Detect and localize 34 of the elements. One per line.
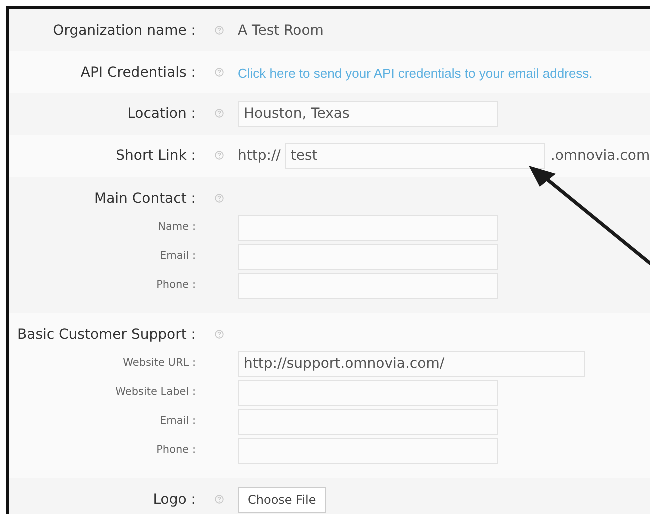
help-icon[interactable]: [215, 330, 224, 339]
input-field[interactable]: [238, 215, 498, 241]
help-icon[interactable]: [215, 26, 224, 35]
field-label: Email :: [160, 415, 196, 427]
field-label: Website Label :: [116, 386, 196, 398]
domain-suffix: .omnovia.com: [550, 148, 650, 164]
help-icon[interactable]: [215, 194, 224, 203]
choose-file-button[interactable]: Choose File: [238, 487, 326, 513]
help-icon[interactable]: [215, 495, 224, 504]
input-field[interactable]: http://support.omnovia.com/: [238, 351, 585, 377]
url-prefix: http://: [238, 148, 281, 164]
field-label: Name :: [158, 221, 196, 233]
field-label: Website URL :: [123, 357, 196, 369]
input-field[interactable]: [238, 409, 498, 435]
input-field[interactable]: [238, 438, 498, 464]
field-label: Organization name :: [53, 23, 196, 39]
organization-name: A Test Room: [238, 23, 324, 39]
input-field[interactable]: [238, 244, 498, 270]
input-field[interactable]: [238, 380, 498, 406]
help-icon[interactable]: [215, 68, 224, 77]
input-field[interactable]: [238, 273, 498, 299]
location-field[interactable]: Houston, Texas: [238, 101, 498, 127]
field-label: Logo :: [153, 492, 196, 508]
field-label: Basic Customer Support :: [18, 327, 196, 343]
field-label: Phone :: [156, 279, 196, 291]
field-label: Short Link :: [116, 148, 196, 164]
field-label: API Credentials :: [80, 65, 196, 81]
field-label: Location :: [128, 106, 196, 122]
field-label: Main Contact :: [94, 191, 196, 207]
help-icon[interactable]: [215, 151, 224, 160]
field-label: Phone :: [156, 444, 196, 456]
field-label: Email :: [160, 250, 196, 262]
help-icon[interactable]: [215, 109, 224, 118]
short-link-field[interactable]: test: [284, 143, 545, 169]
